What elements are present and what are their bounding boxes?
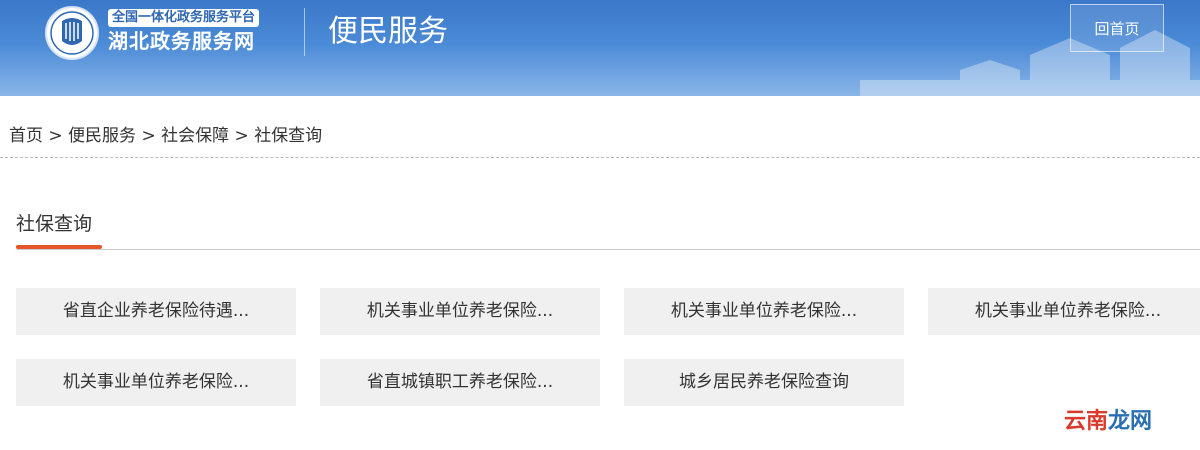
- breadcrumb-item-convenience-services[interactable]: 便民服务: [68, 126, 136, 146]
- breadcrumb-separator: >: [141, 126, 162, 146]
- home-button[interactable]: 回首页: [1070, 4, 1164, 52]
- breadcrumb-separator: >: [48, 126, 69, 146]
- header-divider: [304, 8, 305, 56]
- tab-divider: [16, 249, 1200, 250]
- watermark-char: 网: [1130, 409, 1153, 434]
- service-button-provincial-enterprise-pension[interactable]: 省直企业养老保险待遇...: [16, 288, 296, 335]
- service-button-institution-pension[interactable]: 机关事业单位养老保险...: [928, 288, 1200, 335]
- site-header: 全国一体化政务服务平台 湖北政务服务网 便民服务 回首页: [0, 0, 1200, 96]
- watermark-char: 云: [1064, 409, 1087, 434]
- breadcrumb-separator: >: [234, 126, 255, 146]
- service-button-institution-pension[interactable]: 机关事业单位养老保险...: [320, 288, 600, 335]
- watermark-char: 龙: [1108, 409, 1131, 434]
- service-button-institution-pension[interactable]: 机关事业单位养老保险...: [16, 359, 296, 406]
- breadcrumb-item-social-security[interactable]: 社会保障: [161, 126, 229, 146]
- breadcrumb-item-current: 社保查询: [254, 126, 323, 146]
- service-button-urban-rural-resident-pension[interactable]: 城乡居民养老保险查询: [624, 359, 904, 406]
- breadcrumb-item-home[interactable]: 首页: [9, 126, 43, 146]
- service-button-provincial-urban-employee-pension[interactable]: 省直城镇职工养老保险...: [320, 359, 600, 406]
- hubei-emblem-icon[interactable]: [44, 5, 100, 61]
- site-name[interactable]: 湖北政务服务网: [108, 29, 255, 53]
- section-title: 便民服务: [328, 14, 448, 49]
- watermark-char: 南: [1086, 409, 1109, 434]
- breadcrumb-divider: [0, 157, 1200, 158]
- tab-social-security-query[interactable]: 社保查询: [16, 210, 92, 238]
- site-watermark: 云南龙网: [1064, 408, 1152, 436]
- service-button-institution-pension[interactable]: 机关事业单位养老保险...: [624, 288, 904, 335]
- breadcrumb: 首页 > 便民服务 > 社会保障 > 社保查询: [9, 124, 322, 148]
- platform-badge: 全国一体化政务服务平台: [108, 9, 260, 27]
